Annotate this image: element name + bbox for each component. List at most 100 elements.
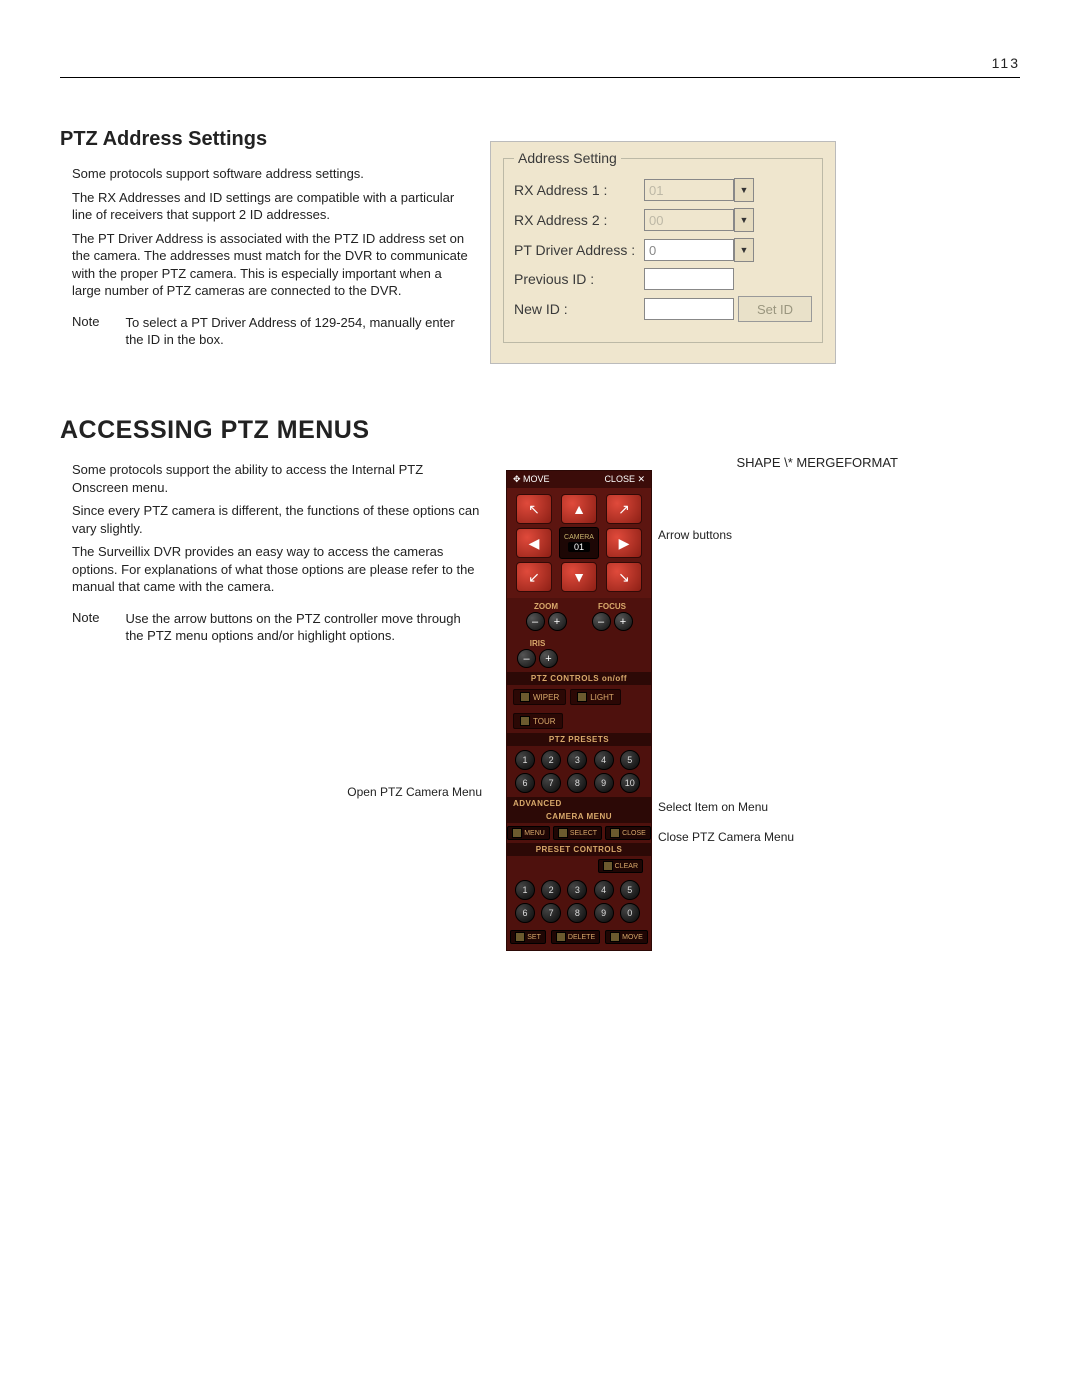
square-icon	[520, 692, 530, 702]
ptdriver-dropdown[interactable]: 0	[644, 239, 734, 261]
newid-label: New ID :	[514, 301, 644, 317]
square-icon	[577, 692, 587, 702]
set-button[interactable]: SET	[510, 930, 546, 944]
zoom-label: ZOOM	[534, 602, 558, 611]
section2-text: Some protocols support the ability to ac…	[60, 455, 482, 799]
tour-button[interactable]: TOUR	[513, 713, 563, 729]
wiper-button[interactable]: WIPER	[513, 689, 566, 705]
move-preset-button[interactable]: MOVE	[605, 930, 648, 944]
s2-p1: Some protocols support the ability to ac…	[72, 461, 482, 496]
preset-2-button[interactable]: 2	[541, 750, 561, 770]
num-4-button[interactable]: 4	[594, 880, 614, 900]
delete-button[interactable]: DELETE	[551, 930, 600, 944]
square-icon	[603, 861, 613, 871]
num-5-button[interactable]: 5	[620, 880, 640, 900]
arrow-left-button[interactable]: ◀	[516, 528, 552, 558]
square-icon	[558, 828, 568, 838]
preset-controls-title: PRESET CONTROLS	[507, 843, 651, 856]
s1-note-body: To select a PT Driver Address of 129-254…	[125, 314, 472, 349]
num-1-button[interactable]: 1	[515, 880, 535, 900]
rx1-label: RX Address 1 :	[514, 182, 644, 198]
select-item-callout: Select Item on Menu	[658, 800, 828, 814]
iris-close-button[interactable]: –	[517, 649, 536, 668]
newid-input[interactable]	[644, 298, 734, 320]
arrow-down-button[interactable]: ▼	[561, 562, 597, 592]
square-icon	[556, 932, 566, 942]
num-6-button[interactable]: 6	[515, 903, 535, 923]
previd-input[interactable]	[644, 268, 734, 290]
header-rule	[60, 77, 1020, 78]
section1-text: Some protocols support software address …	[60, 159, 472, 349]
camera-indicator: CAMERA 01	[559, 527, 599, 559]
close-menu-button[interactable]: CLOSE	[605, 826, 651, 840]
zoom-in-button[interactable]: +	[548, 612, 567, 631]
previd-label: Previous ID :	[514, 271, 644, 287]
preset-3-button[interactable]: 3	[567, 750, 587, 770]
arrow-downleft-button[interactable]: ↙	[516, 562, 552, 592]
advanced-title: ADVANCED	[507, 797, 651, 810]
preset-row-1: 1 2 3 4 5 6 7 8 9 10	[507, 746, 651, 797]
s1-p3: The PT Driver Address is associated with…	[72, 230, 472, 300]
square-icon	[610, 828, 620, 838]
ptz-controller: ✥ MOVE CLOSE ✕ ↖ ▲ ↗ ◀ CAMERA 01 ▶ ↙	[506, 470, 652, 951]
preset-5-button[interactable]: 5	[620, 750, 640, 770]
preset-7-button[interactable]: 7	[541, 773, 561, 793]
rx2-dropdown-button[interactable]: ▼	[734, 208, 754, 232]
preset-10-button[interactable]: 10	[620, 773, 640, 793]
camera-number: 01	[568, 542, 590, 552]
ptz-move-handle[interactable]: ✥ MOVE	[513, 474, 550, 485]
menu-button[interactable]: MENU	[507, 826, 550, 840]
arrow-upright-button[interactable]: ↗	[606, 494, 642, 524]
rx2-dropdown[interactable]: 00	[644, 209, 734, 231]
num-0-button[interactable]: 0	[620, 903, 640, 923]
ptz-controls-title: PTZ CONTROLS on/off	[507, 672, 651, 685]
arrow-up-button[interactable]: ▲	[561, 494, 597, 524]
preset-1-button[interactable]: 1	[515, 750, 535, 770]
square-icon	[512, 828, 522, 838]
preset-4-button[interactable]: 4	[594, 750, 614, 770]
num-8-button[interactable]: 8	[567, 903, 587, 923]
s1-p2: The RX Addresses and ID settings are com…	[72, 189, 472, 224]
chevron-down-icon: ▼	[740, 185, 749, 195]
close-menu-callout: Close PTZ Camera Menu	[658, 830, 828, 844]
num-9-button[interactable]: 9	[594, 903, 614, 923]
ptdriver-dropdown-button[interactable]: ▼	[734, 238, 754, 262]
chevron-down-icon: ▼	[740, 245, 749, 255]
s1-note-label: Note	[72, 314, 99, 349]
s2-note-label: Note	[72, 610, 99, 645]
camera-label: CAMERA	[564, 534, 594, 541]
rx2-label: RX Address 2 :	[514, 212, 644, 228]
ptz-dpad: ↖ ▲ ↗ ◀ CAMERA 01 ▶ ↙ ▼ ↘	[507, 488, 651, 598]
focus-near-button[interactable]: –	[592, 612, 611, 631]
chevron-down-icon: ▼	[740, 215, 749, 225]
focus-far-button[interactable]: +	[614, 612, 633, 631]
ptz-close-button[interactable]: CLOSE ✕	[604, 474, 645, 485]
iris-open-button[interactable]: +	[539, 649, 558, 668]
iris-label: IRIS	[530, 639, 546, 648]
select-button[interactable]: SELECT	[553, 826, 602, 840]
rx1-dropdown[interactable]: 01	[644, 179, 734, 201]
shape-mergeformat: SHAPE \* MERGEFORMAT	[500, 455, 940, 470]
rx1-dropdown-button[interactable]: ▼	[734, 178, 754, 202]
address-setting-panel: Address Setting RX Address 1 : 01 ▼ RX A…	[490, 141, 836, 364]
camera-menu-title: CAMERA MENU	[507, 810, 651, 823]
s2-note-body: Use the arrow buttons on the PTZ control…	[125, 610, 482, 645]
square-icon	[610, 932, 620, 942]
num-2-button[interactable]: 2	[541, 880, 561, 900]
arrow-downright-button[interactable]: ↘	[606, 562, 642, 592]
preset-8-button[interactable]: 8	[567, 773, 587, 793]
clear-button[interactable]: CLEAR	[598, 859, 643, 873]
num-3-button[interactable]: 3	[567, 880, 587, 900]
setid-button[interactable]: Set ID	[738, 296, 812, 322]
s2-p2: Since every PTZ camera is different, the…	[72, 502, 482, 537]
preset-9-button[interactable]: 9	[594, 773, 614, 793]
zoom-out-button[interactable]: –	[526, 612, 545, 631]
arrow-upleft-button[interactable]: ↖	[516, 494, 552, 524]
arrow-right-button[interactable]: ▶	[606, 528, 642, 558]
preset-6-button[interactable]: 6	[515, 773, 535, 793]
ptdriver-label: PT Driver Address :	[514, 242, 644, 258]
light-button[interactable]: LIGHT	[570, 689, 621, 705]
num-7-button[interactable]: 7	[541, 903, 561, 923]
s1-p1: Some protocols support software address …	[72, 165, 472, 183]
page-number: 113	[60, 0, 1020, 71]
